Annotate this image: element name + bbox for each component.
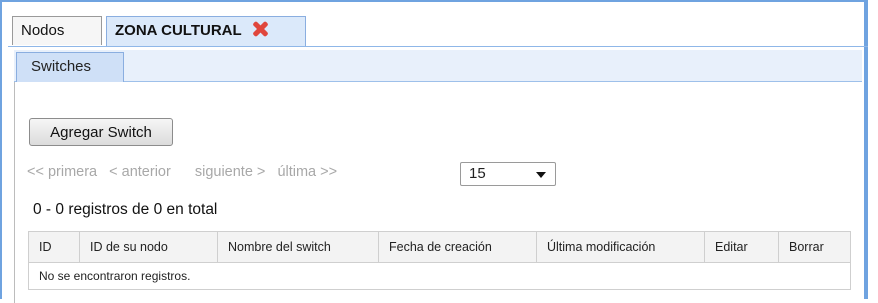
add-switch-button[interactable]: Agregar Switch xyxy=(29,118,173,146)
close-x-icon[interactable] xyxy=(252,21,268,37)
tab-switches[interactable]: Switches xyxy=(16,52,124,82)
sub-tab-bar: Switches xyxy=(14,50,862,82)
table-header-row: ID ID de su nodo Nombre del switch Fecha… xyxy=(28,231,851,263)
pager-last-link[interactable]: última >> xyxy=(277,164,337,180)
tab-zona-cultural[interactable]: ZONA CULTURAL xyxy=(106,16,306,46)
tab-label: ZONA CULTURAL xyxy=(115,22,242,39)
table-row: No se encontraron registros. xyxy=(28,262,851,290)
records-summary: 0 - 0 registros de 0 en total xyxy=(33,201,218,218)
switches-table: ID ID de su nodo Nombre del switch Fecha… xyxy=(28,231,851,290)
empty-message: No se encontraron registros. xyxy=(28,262,851,290)
content-left-border xyxy=(14,82,15,303)
page-size-select[interactable]: 15 xyxy=(460,162,556,186)
page-size-value: 15 xyxy=(469,165,486,182)
pager-prev-link[interactable]: < anterior xyxy=(109,164,171,180)
column-header-modified[interactable]: Última modificación xyxy=(536,231,705,263)
column-header-created[interactable]: Fecha de creación xyxy=(378,231,537,263)
subtab-label: Switches xyxy=(31,58,92,75)
column-header-delete[interactable]: Borrar xyxy=(778,231,851,263)
column-header-switch-name[interactable]: Nombre del switch xyxy=(217,231,379,263)
pager-next-link[interactable]: siguiente > xyxy=(195,164,266,180)
tab-label: Nodos xyxy=(21,22,65,39)
main-tab-bar: Nodos ZONA CULTURAL xyxy=(8,16,868,47)
column-header-id[interactable]: ID xyxy=(28,231,80,263)
tab-nodos[interactable]: Nodos xyxy=(12,16,102,45)
pagination: << primera < anterior siguiente > última… xyxy=(27,164,345,180)
pager-first-link[interactable]: << primera xyxy=(27,164,97,180)
column-header-node-id[interactable]: ID de su nodo xyxy=(79,231,218,263)
column-header-edit[interactable]: Editar xyxy=(704,231,779,263)
chevron-down-icon xyxy=(536,172,546,178)
